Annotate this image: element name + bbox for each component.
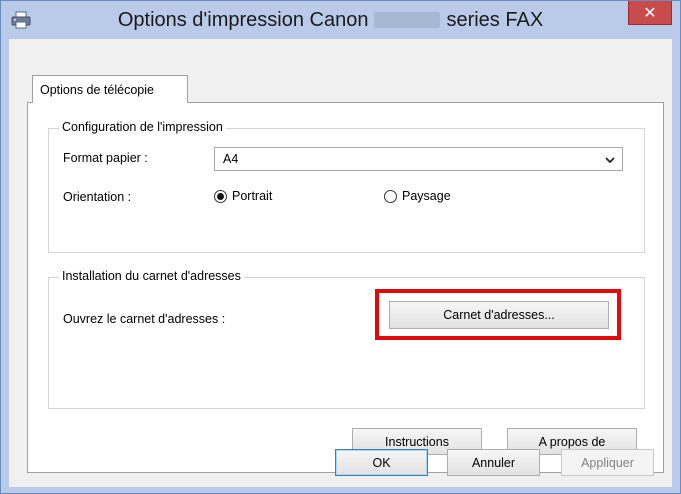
tab-label: Options de télécopie [40, 82, 154, 97]
portrait-radio[interactable]: Portrait [214, 189, 272, 203]
close-button[interactable]: ✕ [628, 1, 672, 25]
orientation-label: Orientation : [63, 190, 132, 204]
apply-button[interactable]: Appliquer [561, 449, 654, 476]
red-highlight-frame [375, 289, 621, 340]
address-book-title: Installation du carnet d'adresses [59, 269, 244, 283]
close-icon: ✕ [643, 4, 657, 22]
open-address-book-label: Ouvrez le carnet d'adresses : [63, 312, 226, 326]
radio-selected-icon [214, 189, 227, 203]
dialog-client-area: Options de télécopie Configuration de l'… [9, 39, 672, 487]
paper-format-label: Format papier : [63, 151, 148, 165]
cancel-button[interactable]: Annuler [447, 449, 540, 476]
landscape-radio[interactable]: Paysage [384, 189, 451, 203]
tab-panel: Configuration de l'impression Format pap… [27, 102, 664, 473]
title-suffix: series FAX [446, 8, 544, 31]
window-title: Options d'impression Canon series FAX [41, 1, 620, 39]
print-config-group: Configuration de l'impression Format pap… [48, 120, 645, 253]
cancel-label: Annuler [471, 455, 516, 470]
portrait-label: Portrait [232, 189, 273, 203]
about-label: A propos de [538, 434, 606, 449]
chevron-down-icon [604, 154, 616, 164]
print-config-title: Configuration de l'impression [59, 120, 226, 134]
paper-format-select[interactable]: A4 [214, 147, 623, 171]
apply-label: Appliquer [581, 455, 634, 470]
radio-unselected-icon [384, 189, 397, 203]
landscape-label: Paysage [402, 189, 451, 203]
ok-label: OK [372, 455, 391, 470]
ok-button[interactable]: OK [335, 449, 428, 476]
title-bar[interactable]: Options d'impression Canon series FAX ✕ [1, 1, 680, 39]
redacted-model-name [374, 12, 441, 28]
tab-options-telecopie[interactable]: Options de télécopie [32, 75, 188, 103]
dialog-window: Options d'impression Canon series FAX ✕ … [0, 0, 681, 494]
title-prefix: Options d'impression Canon [117, 8, 369, 31]
paper-format-value: A4 [223, 152, 239, 166]
address-book-group: Installation du carnet d'adresses Ouvrez… [48, 269, 645, 409]
printer-icon [11, 11, 31, 29]
instructions-label: Instructions [385, 434, 449, 449]
